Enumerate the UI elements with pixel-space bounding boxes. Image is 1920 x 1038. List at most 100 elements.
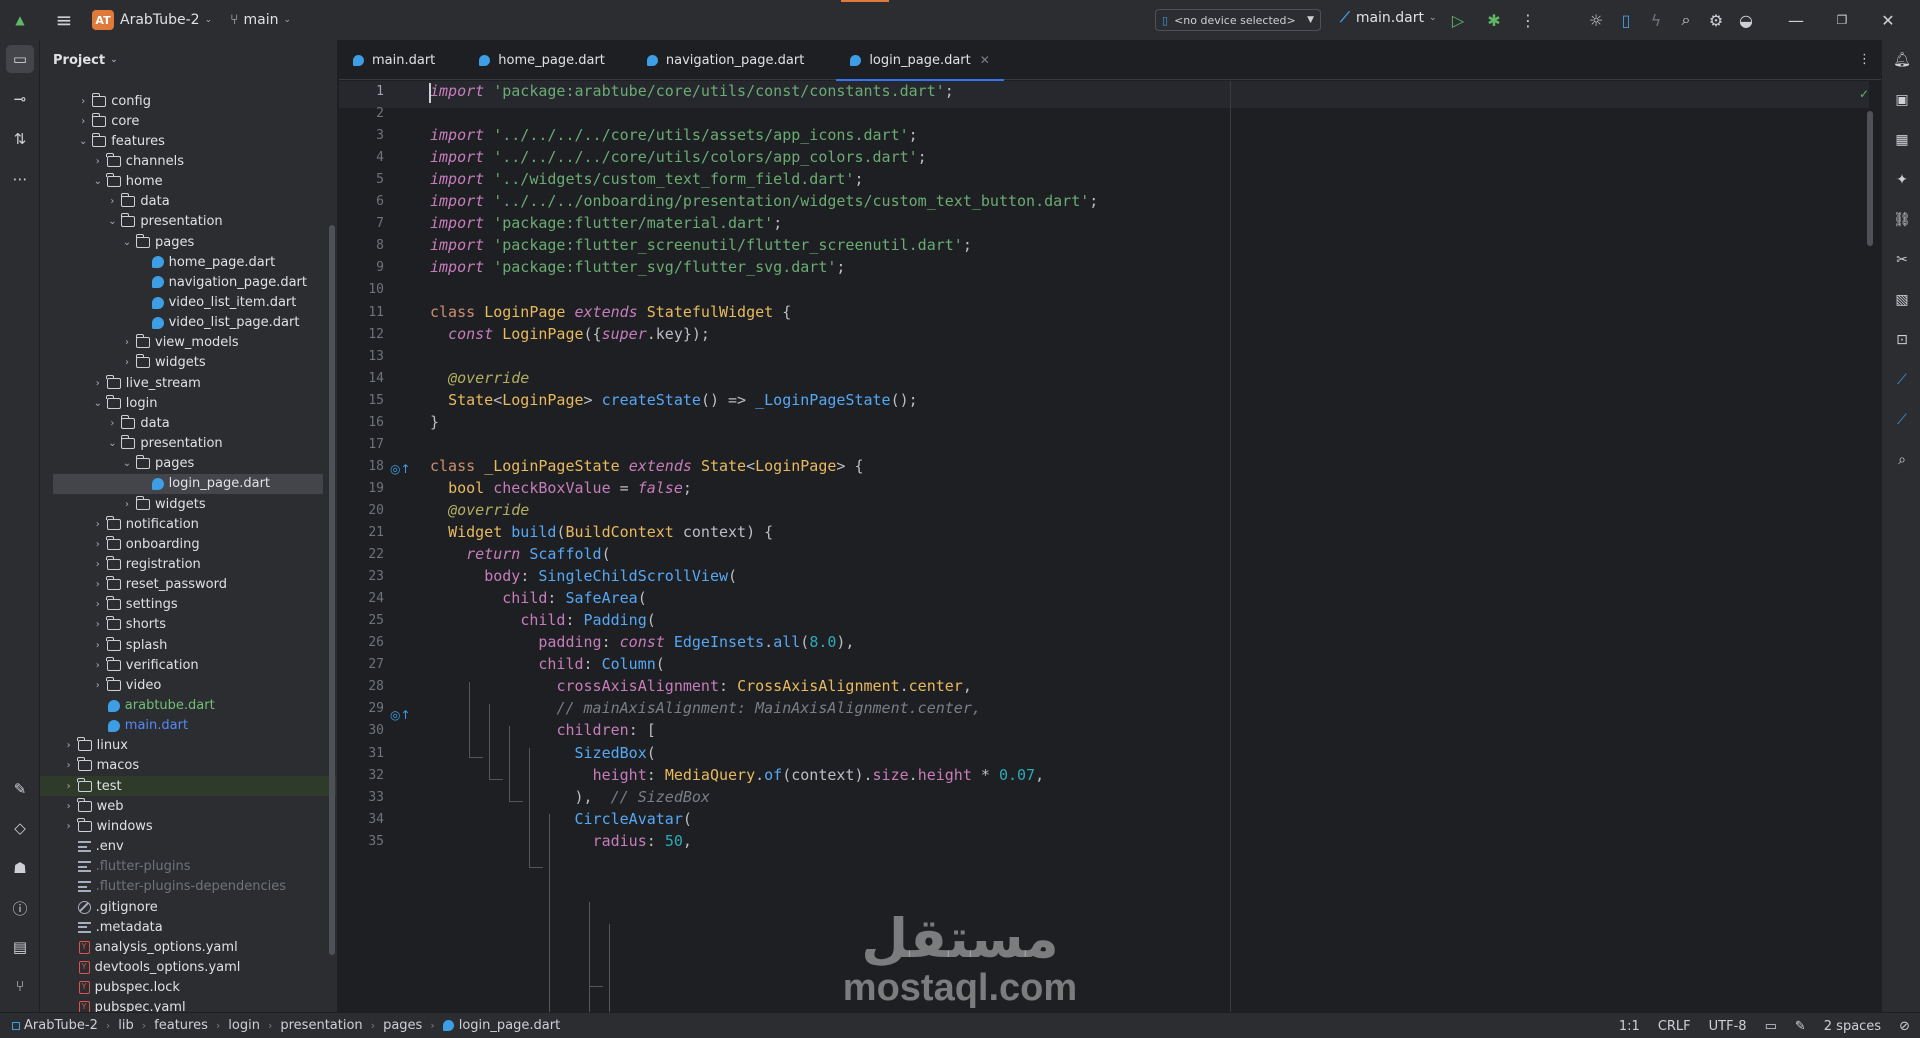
tree-file[interactable]: navigation_page.dart: [40, 272, 336, 292]
code-line[interactable]: children: [: [430, 721, 655, 739]
tab-navigation-page-dart[interactable]: navigation_page.dart: [633, 40, 818, 80]
tree-file[interactable]: Ydevtools_options.yaml: [40, 957, 336, 977]
chevron-right-icon[interactable]: ›: [91, 156, 105, 167]
tree-file[interactable]: .flutter-plugins: [40, 857, 336, 877]
chevron-down-icon[interactable]: ⌄: [105, 438, 119, 449]
gemini-icon[interactable]: ✦: [1888, 166, 1916, 194]
code-line[interactable]: CircleAvatar(: [430, 810, 692, 828]
caret-position[interactable]: 1:1: [1619, 1019, 1640, 1034]
tree-folder[interactable]: › web: [40, 796, 336, 816]
breadcrumb-item[interactable]: login: [228, 1018, 260, 1033]
code-line[interactable]: SizedBox(: [430, 744, 656, 762]
more-actions-icon[interactable]: ⋮: [1514, 6, 1542, 34]
tree-folder[interactable]: › config: [40, 91, 336, 111]
search-icon[interactable]: ⌕: [1672, 6, 1700, 34]
code-line[interactable]: padding: const EdgeInsets.all(8.0),: [430, 633, 854, 651]
tree-folder[interactable]: › linux: [40, 736, 336, 756]
tree-folder[interactable]: ⌄ presentation: [40, 212, 336, 232]
terminal-icon[interactable]: ▤: [6, 933, 34, 961]
tree-folder[interactable]: › video: [40, 675, 336, 695]
tabs-more-icon[interactable]: ⋮: [1858, 52, 1871, 67]
chevron-right-icon[interactable]: ›: [91, 599, 105, 610]
tree-folder[interactable]: › view_models: [40, 333, 336, 353]
tree-folder[interactable]: › data: [40, 192, 336, 212]
tree-folder[interactable]: › shorts: [40, 615, 336, 635]
chevron-right-icon[interactable]: ›: [91, 680, 105, 691]
chevron-right-icon[interactable]: ›: [76, 116, 90, 127]
code-line[interactable]: crossAxisAlignment: CrossAxisAlignment.c…: [430, 677, 971, 695]
code-line[interactable]: import '../../../../core/utils/assets/ap…: [430, 126, 918, 144]
tree-folder[interactable]: › widgets: [40, 494, 336, 514]
tree-folder[interactable]: ⌄ features: [40, 131, 336, 151]
close-tab-icon[interactable]: ✕: [980, 53, 990, 67]
tree-folder[interactable]: › settings: [40, 595, 336, 615]
device-selector[interactable]: ▯ <no device selected> ▼: [1155, 9, 1321, 31]
chevron-down-icon[interactable]: ⌄: [91, 398, 105, 409]
chevron-down-icon[interactable]: ⌄: [91, 176, 105, 187]
override-marker-icon[interactable]: ◎↑: [390, 708, 411, 722]
chevron-right-icon[interactable]: ›: [105, 418, 119, 429]
project-panel-header[interactable]: Project ⌄: [40, 40, 337, 80]
override-marker-icon[interactable]: ◎↑: [390, 462, 411, 476]
tree-folder[interactable]: ⌄ pages: [40, 232, 336, 252]
debug-icon[interactable]: ✱: [1480, 6, 1508, 34]
breadcrumb-item[interactable]: lib: [118, 1018, 133, 1033]
tree-file[interactable]: video_list_page.dart: [40, 313, 336, 333]
code-line[interactable]: height: MediaQuery.of(context).size.heig…: [430, 766, 1045, 784]
chevron-right-icon[interactable]: ›: [91, 660, 105, 671]
run-icon[interactable]: ▷: [1444, 6, 1472, 34]
breadcrumb-item[interactable]: pages: [383, 1018, 422, 1033]
chevron-right-icon[interactable]: ›: [120, 337, 134, 348]
commit-icon[interactable]: ⊸: [6, 85, 34, 113]
code-line[interactable]: return Scaffold(: [430, 545, 611, 563]
tree-folder[interactable]: › macos: [40, 756, 336, 776]
avatar[interactable]: ◒: [1732, 6, 1760, 34]
clipboard-icon[interactable]: ▦: [1888, 126, 1916, 154]
more-tools-icon[interactable]: ⋯: [6, 165, 34, 193]
chevron-right-icon[interactable]: ›: [91, 640, 105, 651]
tree-file[interactable]: .flutter-plugins-dependencies: [40, 877, 336, 897]
tree-file[interactable]: .gitignore: [40, 897, 336, 917]
tree-file[interactable]: .metadata: [40, 917, 336, 937]
code-line[interactable]: import 'package:flutter_svg/flutter_svg.…: [430, 258, 845, 276]
tree-file[interactable]: .env: [40, 837, 336, 857]
code-line[interactable]: const LoginPage({super.key});: [430, 325, 710, 343]
code-line[interactable]: child: Column(: [430, 655, 664, 673]
chevron-right-icon[interactable]: ›: [62, 801, 76, 812]
flutter-outline-icon[interactable]: ⟋: [1888, 406, 1916, 434]
project-folder-icon[interactable]: ▭: [6, 45, 34, 73]
chevron-right-icon[interactable]: ›: [91, 619, 105, 630]
chevron-right-icon[interactable]: ›: [91, 539, 105, 550]
project-scrollbar[interactable]: [329, 225, 335, 955]
chevron-down-icon[interactable]: ⌄: [105, 216, 119, 227]
device-mirror-icon[interactable]: ▧: [1888, 286, 1916, 314]
chevron-down-icon[interactable]: ⌄: [120, 237, 134, 248]
project-selector[interactable]: AT ArabTube-2 ⌄: [92, 10, 230, 30]
chevron-right-icon[interactable]: ›: [76, 96, 90, 107]
gem-icon[interactable]: ◇: [6, 814, 34, 842]
inspection-icon[interactable]: ✎: [1795, 1019, 1806, 1034]
git-icon[interactable]: ⑂: [6, 972, 34, 1000]
device-manager-icon[interactable]: ▯: [1612, 6, 1640, 34]
run-config-selector[interactable]: ⟋ main.dart ⌄: [1340, 10, 1437, 26]
tree-folder[interactable]: ⌄ login: [40, 393, 336, 413]
tree-folder[interactable]: › widgets: [40, 353, 336, 373]
code-line[interactable]: class _LoginPageState extends State<Logi…: [430, 457, 864, 475]
tree-folder[interactable]: › onboarding: [40, 534, 336, 554]
readonly-toggle-icon[interactable]: ▭: [1765, 1019, 1777, 1034]
code-line[interactable]: bool checkBoxValue = false;: [430, 479, 692, 497]
tree-file[interactable]: Ypubspec.yaml: [40, 998, 336, 1012]
tree-folder[interactable]: › reset_password: [40, 575, 336, 595]
code-line[interactable]: @override: [430, 369, 529, 387]
tree-folder[interactable]: › notification: [40, 514, 336, 534]
tools-icon[interactable]: ✂: [1888, 246, 1916, 274]
tree-file[interactable]: arabtube.dart: [40, 696, 336, 716]
tab-home-page-dart[interactable]: home_page.dart: [465, 40, 619, 80]
code-line[interactable]: Widget build(BuildContext context) {: [430, 523, 773, 541]
main-menu-icon[interactable]: ≡: [50, 6, 78, 34]
branch-selector[interactable]: ⑂ main ⌄: [230, 12, 291, 28]
code-line[interactable]: body: SingleChildScrollView(: [430, 567, 737, 585]
tree-folder[interactable]: › core: [40, 111, 336, 131]
app-inspection-icon[interactable]: ⌕: [1888, 446, 1916, 474]
tree-file[interactable]: main.dart: [40, 716, 336, 736]
